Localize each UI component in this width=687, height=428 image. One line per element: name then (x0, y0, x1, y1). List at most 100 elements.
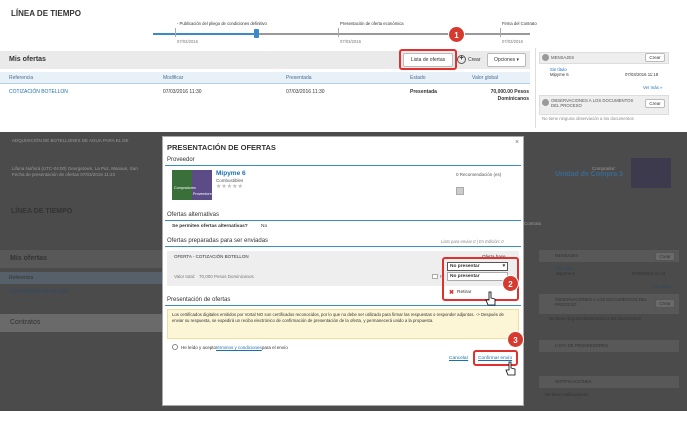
bg-row-ref: COTIZACIÓN BOTELLON (9, 289, 68, 295)
timeline-date: 07/03/2016 (502, 39, 523, 44)
provider-name[interactable]: Mipyme 6 (216, 170, 246, 177)
observaciones-crear-button[interactable]: Crear (645, 99, 665, 108)
timeline-marker (254, 29, 259, 38)
bg-contrato-label: Contrato (524, 221, 542, 226)
bg-process-date: Fecha de presentación de ofertas 07/03/2… (12, 172, 115, 177)
section-alternativas: Ofertas alternativas (167, 212, 220, 218)
mensajes-crear-button[interactable]: Crear (645, 53, 665, 62)
col-valor-global: Valor global (472, 75, 499, 81)
bg-side-ver-mas: Ver más » (653, 284, 673, 289)
timeline-date: 07/03/2016 (177, 39, 198, 44)
timeline-label: - Publicación del pliego de condiciones … (177, 21, 267, 26)
timeline-date: 07/03/2016 (340, 39, 361, 44)
oferta-name: OFERTA - COTIZACIÓN BOTELLON (174, 254, 249, 259)
bg-comprador: Unidad de Compra 3 (555, 171, 624, 178)
step-badge-3: 3 (507, 331, 524, 348)
recomendaciones: 0 Recomendación (es) (456, 172, 502, 177)
bg-timeline-title: LÍNEA DE TIEMPO (11, 208, 73, 215)
timeline-title: LÍNEA DE TIEMPO (11, 9, 81, 18)
bg-side-date: 07/03/2016 11:18 (632, 271, 666, 276)
cancelar-link[interactable]: Cancelar (449, 356, 468, 361)
alternativas-question: Se permiten ofertas alternativas? (172, 224, 248, 229)
opciones-label: Opciones (493, 57, 516, 63)
logo-right-text: Proveedores (193, 192, 214, 196)
crear-button[interactable]: Crear (468, 57, 481, 63)
table-header (0, 72, 530, 84)
message-icon (542, 54, 549, 61)
observaciones-title: OBSERVACIONES A LOS DOCUMENTOS DEL PROCE… (551, 98, 634, 108)
section-divider (165, 305, 521, 306)
terms-post: para el envío (261, 345, 288, 350)
valor-total: 70,000 Pesos Dominicanos (199, 274, 254, 279)
step-badge-1: 1 (448, 26, 465, 43)
timeline-tick (338, 28, 339, 37)
highlight-box (399, 49, 457, 70)
close-icon[interactable]: × (515, 139, 519, 146)
divider (535, 48, 536, 128)
row-valor: 70,000.00 Pesos Dominicanos (490, 89, 529, 102)
timeline-label: Presentación de oferta económica (340, 21, 404, 26)
bg-ofertas-title: Mis ofertas (10, 255, 47, 262)
observaciones-empty: No tiene ninguna observación a los docum… (542, 116, 634, 121)
bg-side-obs-crear: Crear (655, 299, 675, 308)
chevron-down-icon: ▾ (516, 57, 520, 63)
notice-text: Los certificados digitales emitidos por … (172, 312, 504, 323)
step-badge-2: 2 (502, 275, 519, 292)
col-modificar: Modificar (163, 75, 184, 81)
ofertas-title: Mis ofertas (9, 56, 46, 63)
col-estado: Estado (410, 75, 426, 81)
row-estado: Presentada (410, 89, 437, 95)
row-presentada: 07/03/2016 11:30 (286, 89, 325, 95)
section-preparadas: Ofertas preparadas para ser enviadas (167, 238, 269, 244)
timeline-tick (500, 28, 501, 37)
message-sender: Mipyme 6 (550, 72, 569, 77)
valor-total-label: Valor total: (174, 274, 196, 279)
row-modificar: 07/03/2016 11:30 (163, 89, 202, 95)
bg-contratos: Contratos (10, 319, 41, 326)
modal-title: PRESENTACIÓN DE OFERTAS (167, 143, 276, 152)
recommend-icon[interactable] (456, 187, 464, 195)
timeline-track (257, 33, 530, 35)
hand-cursor-icon (485, 291, 496, 306)
timeline-label: Firma del Contrato (502, 21, 537, 26)
logo-left-text: Compradores (174, 186, 196, 190)
bg-side-mensajes-title: MENSAJES (555, 253, 579, 258)
timeline-progress (153, 33, 257, 35)
section-divider (165, 165, 521, 166)
terms-link[interactable]: términos y condiciones (216, 345, 262, 350)
observaciones-icon (542, 99, 549, 106)
alternativas-answer: No (261, 224, 268, 229)
bg-process-title: ADQUISICIÓN DE BOTELLONES DE AGUA PARA E… (12, 138, 129, 143)
section-divider (165, 220, 521, 221)
terms-radio[interactable] (172, 344, 178, 350)
opciones-button[interactable]: Opciones ▾ (487, 53, 526, 67)
section-presentacion: Presentación de ofertas (167, 297, 231, 303)
mensajes-title: MENSAJES (551, 55, 575, 60)
terms-text: He leído y aceptotérminos y condicionesp… (181, 345, 288, 350)
bg-process-line: Lifuna Nuñorá (UTC-04:00) Georgetown, La… (12, 166, 138, 171)
hand-cursor-icon (505, 361, 516, 376)
listo-enviar-status: Listo para enviar 0 | En Edición: 0 (441, 239, 504, 244)
col-referencia: Referencia (9, 75, 34, 81)
bg-referencia: Referencia (9, 275, 34, 281)
bg-side-sender: Mipyme 6 (556, 271, 575, 276)
plus-icon[interactable]: + (457, 55, 466, 64)
pr-checkbox[interactable] (432, 274, 438, 279)
bg-side-obs-empty: No tiene ninguna observación a los docum… (549, 316, 641, 321)
rating-stars: ★★★★★ (216, 184, 243, 190)
row-referencia-link[interactable]: COTIZACIÓN BOTELLON (9, 89, 68, 95)
ver-mas-link[interactable]: Ver más » (643, 85, 662, 90)
top-panel: LÍNEA DE TIEMPO - Publicación del pliego… (0, 0, 687, 128)
bg-side-notif-empty: No tiene notificaciones (545, 392, 589, 397)
bg-side-lista-prov-title: LISTA DE PROVEEDORES (555, 343, 608, 348)
section-divider (165, 246, 521, 247)
col-presentada: Presentada (286, 75, 312, 81)
bg-side-notif-title: NOTIFICACIONES (555, 379, 592, 384)
message-date: 07/03/2016 11:18 (625, 72, 659, 77)
bg-side-obs-title: OBSERVACIONES A LOS DOCUMENTOS DEL PROCE… (555, 297, 647, 307)
section-proveedor: Proveedor (167, 157, 195, 163)
bg-side-crear: Crear (655, 252, 675, 261)
terms-pre: He leído y acepto (181, 345, 217, 350)
timeline-tick (175, 28, 176, 37)
bg-logo (631, 158, 671, 188)
